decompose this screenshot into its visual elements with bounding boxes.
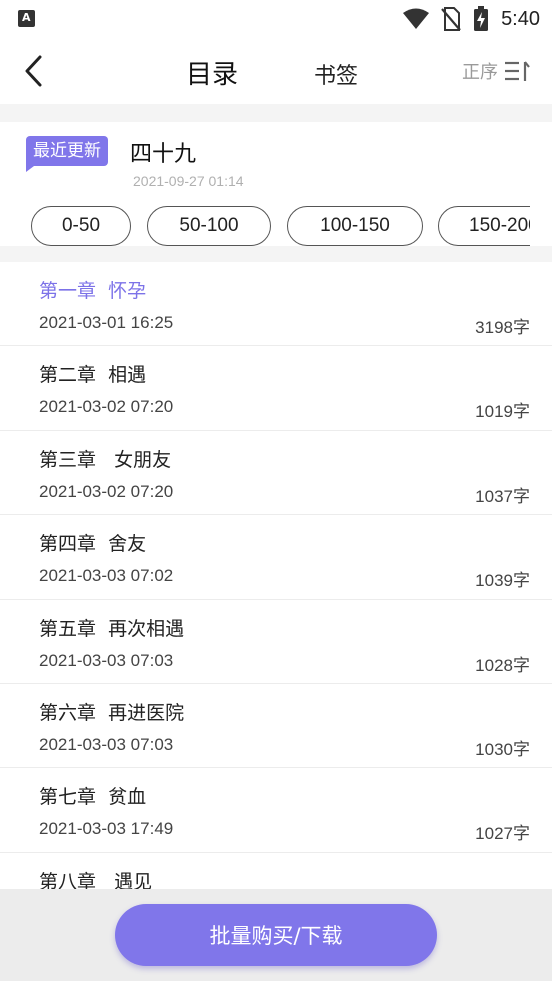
sort-icon [505, 61, 530, 81]
chapter-row[interactable]: 第六章 再进医院 2021-03-03 07:03 1030字 [0, 684, 552, 769]
app-badge-letter: A [22, 11, 31, 24]
back-arrow-icon[interactable] [20, 54, 50, 88]
no-sim-icon [441, 7, 461, 31]
range-chip[interactable]: 50-100 [147, 206, 271, 246]
chapter-date: 2021-03-03 07:03 [39, 735, 174, 754]
top-bar: 目录 书签 正序 [0, 38, 552, 104]
latest-update-badge: 最近更新 [26, 136, 108, 172]
chapter-word-count: 1037字 [475, 486, 530, 506]
chapter-word-count: 1028字 [475, 655, 530, 675]
status-bar: A 5:40 [0, 0, 552, 38]
chapter-row[interactable]: 第三章 女朋友 2021-03-02 07:20 1037字 [0, 431, 552, 516]
chapter-date: 2021-03-03 07:02 [39, 566, 174, 586]
chapter-list: 第一章 怀孕 2021-03-01 16:25 3198字 第二章 相遇 202… [0, 262, 552, 889]
status-time: 5:40 [501, 7, 540, 30]
chapter-title: 第七章 贫血 [39, 786, 147, 809]
sort-label: 正序 [462, 62, 498, 83]
chapter-range-selector: 0-50 50-100 100-150 150-200 [0, 206, 530, 248]
chapter-row[interactable]: 第五章 再次相遇 2021-03-03 07:03 1028字 [0, 600, 552, 684]
batch-buy-download-button[interactable]: 批量购买/下载 [115, 904, 437, 966]
chapter-title: 第六章 再进医院 [39, 702, 185, 724]
divider-band [0, 104, 552, 122]
battery-charging-icon [474, 6, 489, 31]
chapter-date: 2021-03-02 07:20 [39, 397, 174, 417]
latest-chapter-title[interactable]: 四十九 [130, 136, 196, 168]
chapter-word-count: 1039字 [475, 571, 530, 591]
chapter-row[interactable]: 第二章 相遇 2021-03-02 07:20 1019字 [0, 346, 552, 431]
chapter-date: 2021-03-02 07:20 [39, 481, 174, 501]
chapter-title: 第一章 怀孕 [39, 280, 147, 302]
latest-update-time: 2021-09-27 01:14 [133, 173, 244, 189]
range-chip[interactable]: 0-50 [31, 206, 131, 246]
chapter-date: 2021-03-03 07:03 [39, 650, 174, 670]
chapter-row[interactable]: 第一章 怀孕 2021-03-01 16:25 3198字 [0, 262, 552, 347]
chapter-word-count: 1019字 [475, 402, 530, 422]
sort-order-toggle[interactable]: 正序 [462, 58, 530, 84]
chapter-title: 第四章 舍友 [39, 533, 147, 556]
chapter-row[interactable]: 第四章 舍友 2021-03-03 07:02 1039字 [0, 515, 552, 600]
chapter-word-count: 1030字 [475, 740, 530, 759]
chapter-title: 第三章 女朋友 [39, 448, 172, 471]
chapter-title: 第二章 相遇 [39, 364, 147, 387]
bottom-action-bar: 批量购买/下载 [0, 889, 552, 981]
wifi-icon [403, 8, 430, 29]
chapter-date: 2021-03-03 17:49 [39, 819, 174, 839]
chapter-date: 2021-03-01 16:25 [39, 313, 174, 332]
latest-update-section: 最近更新 四十九 2021-09-27 01:14 0-50 50-100 10… [0, 122, 552, 246]
divider-band [0, 246, 552, 262]
chapter-row[interactable]: 第八章 遇见 [0, 853, 552, 889]
app-notification-icon: A [18, 10, 35, 27]
chapter-word-count: 3198字 [475, 318, 530, 337]
tab-bookmarks[interactable]: 书签 [314, 58, 358, 90]
chapter-row[interactable]: 第七章 贫血 2021-03-03 17:49 1027字 [0, 768, 552, 853]
status-icons: 5:40 [403, 6, 540, 32]
chapter-word-count: 1027字 [475, 824, 530, 844]
tab-table-of-contents[interactable]: 目录 [186, 54, 238, 91]
chapter-title: 第八章 遇见 [39, 870, 153, 889]
chapter-title: 第五章 再次相遇 [39, 617, 185, 640]
range-chip[interactable]: 100-150 [287, 206, 423, 246]
range-chip[interactable]: 150-200 [438, 206, 530, 246]
